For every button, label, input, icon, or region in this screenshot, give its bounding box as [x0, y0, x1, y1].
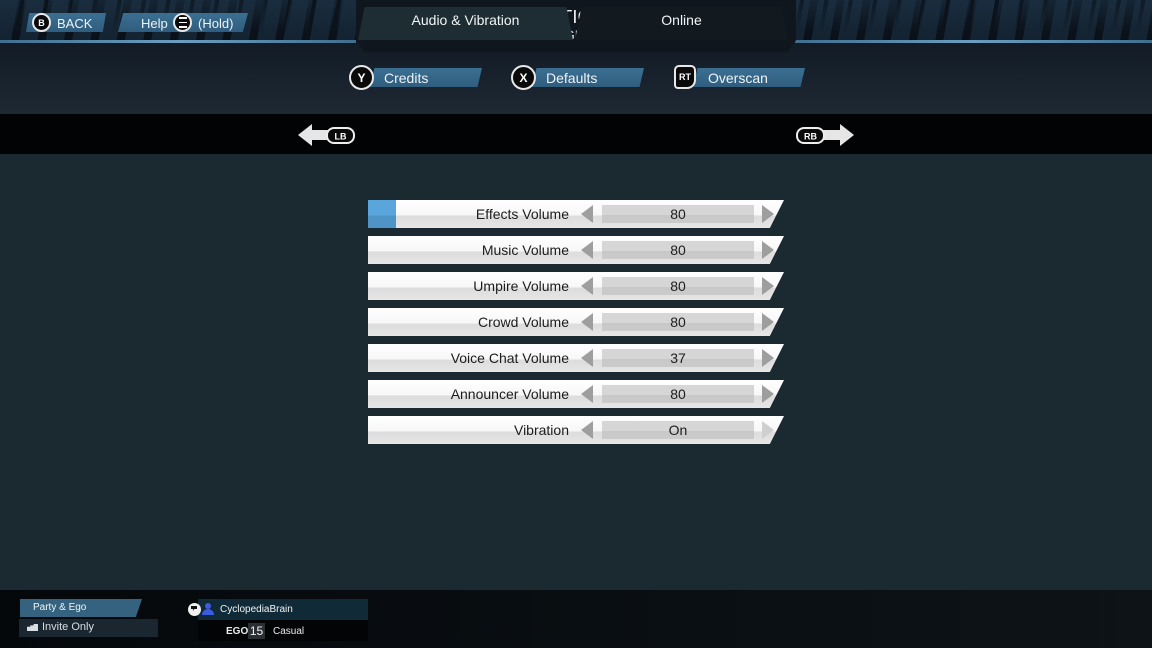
setting-value: 80: [602, 313, 754, 331]
help-hold-label: (Hold): [198, 16, 234, 31]
increase-arrow-icon[interactable]: [762, 421, 774, 439]
tab-audio-vibration[interactable]: Audio & Vibration: [358, 7, 573, 40]
focus-indicator: [368, 200, 396, 228]
setting-row-music-volume[interactable]: Music Volume 80: [368, 236, 784, 264]
rt-trigger-icon: RT: [674, 65, 696, 89]
setting-value: 37: [602, 349, 754, 367]
menu-button-icon: [173, 13, 192, 32]
increase-arrow-icon[interactable]: [762, 313, 774, 331]
setting-row-umpire-volume[interactable]: Umpire Volume 80: [368, 272, 784, 300]
decrease-arrow-icon[interactable]: [581, 349, 593, 367]
player-gamertag: CyclopediaBrain: [220, 604, 293, 615]
decrease-arrow-icon[interactable]: [581, 385, 593, 403]
ego-value: 15: [248, 623, 265, 639]
party-ego-button[interactable]: Party & Ego: [20, 599, 142, 617]
setting-label: Umpire Volume: [473, 278, 569, 294]
setting-row-effects-volume[interactable]: Effects Volume 80: [368, 200, 784, 228]
setting-row-voice-chat-volume[interactable]: Voice Chat Volume 37: [368, 344, 784, 372]
setting-label: Announcer Volume: [450, 386, 569, 402]
increase-arrow-icon[interactable]: [762, 241, 774, 259]
setting-value: On: [602, 421, 754, 439]
decrease-arrow-icon[interactable]: [581, 421, 593, 439]
setting-label: Effects Volume: [475, 206, 569, 222]
setting-row-crowd-volume[interactable]: Crowd Volume 80: [368, 308, 784, 336]
player-profile-icon: [202, 603, 214, 616]
tab-bar: [0, 114, 1152, 154]
setting-value: 80: [602, 277, 754, 295]
increase-arrow-icon[interactable]: [762, 277, 774, 295]
increase-arrow-icon[interactable]: [762, 349, 774, 367]
party-privacy-status[interactable]: Invite Only: [19, 619, 158, 637]
decrease-arrow-icon[interactable]: [581, 205, 593, 223]
party-ego-label: Party & Ego: [33, 602, 87, 613]
signal-bars-icon: [27, 624, 38, 631]
help-button-label: Help: [141, 16, 168, 31]
setting-row-announcer-volume[interactable]: Announcer Volume 80: [368, 380, 784, 408]
x-button-icon: X: [511, 65, 536, 90]
lb-glyph-text: LB: [335, 132, 347, 142]
tab-online-label: Online: [661, 12, 702, 28]
y-button-icon: Y: [349, 65, 374, 90]
invite-only-label: Invite Only: [42, 621, 94, 633]
setting-value: 80: [602, 205, 754, 223]
setting-label: Voice Chat Volume: [450, 350, 569, 366]
header-divider-right: [795, 40, 1152, 43]
increase-arrow-icon[interactable]: [762, 205, 774, 223]
prev-tab-lb-button[interactable]: LB: [298, 124, 356, 146]
setting-label: Vibration: [513, 422, 569, 438]
setting-row-vibration[interactable]: Vibration On: [368, 416, 784, 444]
decrease-arrow-icon[interactable]: [581, 241, 593, 259]
b-button-icon: B: [32, 13, 51, 32]
tab-online[interactable]: Online: [575, 7, 788, 40]
ego-difficulty-mode: Casual: [273, 626, 305, 637]
overscan-label: Overscan: [708, 70, 768, 86]
decrease-arrow-icon[interactable]: [581, 313, 593, 331]
setting-label: Crowd Volume: [477, 314, 569, 330]
back-button-label: BACK: [57, 16, 93, 31]
setting-label: Music Volume: [481, 242, 569, 258]
header-divider-left: [0, 40, 356, 43]
rb-glyph-text: RB: [804, 132, 817, 142]
next-tab-rb-button[interactable]: RB: [796, 124, 854, 146]
setting-value: 80: [602, 241, 754, 259]
defaults-label: Defaults: [546, 70, 598, 86]
chat-speaker-icon: [188, 603, 201, 616]
tab-audio-vibration-label: Audio & Vibration: [411, 12, 520, 28]
footer-bar: [0, 590, 1152, 648]
decrease-arrow-icon[interactable]: [581, 277, 593, 295]
credits-label: Credits: [384, 70, 429, 86]
setting-value: 80: [602, 385, 754, 403]
increase-arrow-icon[interactable]: [762, 385, 774, 403]
